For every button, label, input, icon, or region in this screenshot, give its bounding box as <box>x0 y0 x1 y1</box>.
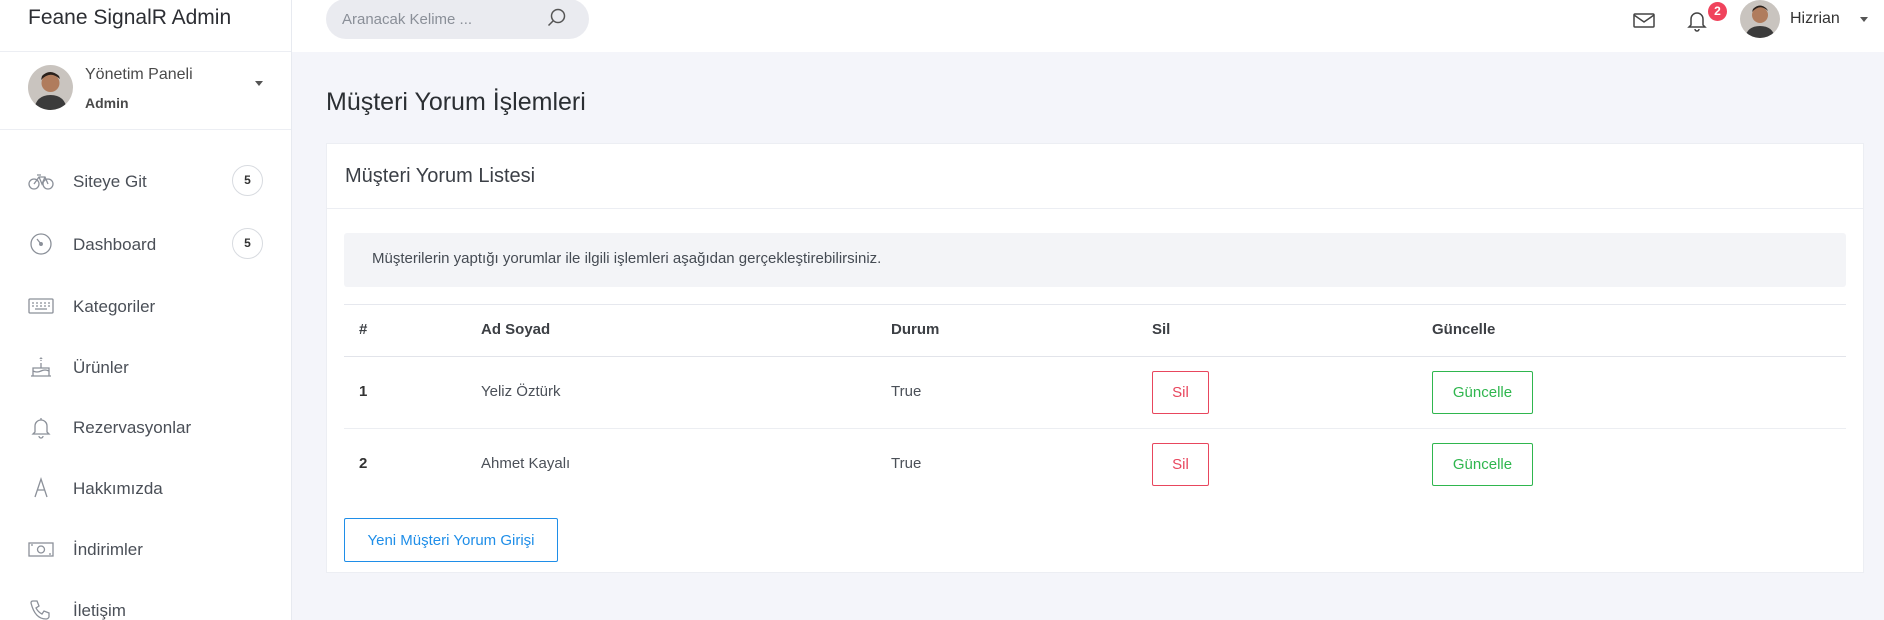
keyboard-icon <box>28 294 54 318</box>
user-name[interactable]: Hizrian <box>1790 10 1840 28</box>
row-number: 1 <box>359 383 368 400</box>
money-icon <box>28 537 54 561</box>
profile-name: Yönetim Paneli <box>85 66 193 83</box>
search-box <box>326 0 589 39</box>
sidebar-item-kategoriler[interactable]: Kategoriler <box>0 284 291 328</box>
info-alert: Müşterilerin yaptığı yorumlar ile ilgili… <box>344 233 1846 287</box>
sidebar-item-label: İndirimler <box>73 540 143 559</box>
sidebar-item-label: Dashboard <box>73 235 157 254</box>
update-button[interactable]: Güncelle <box>1432 443 1533 486</box>
bell-icon <box>28 415 54 439</box>
update-button[interactable]: Güncelle <box>1432 371 1533 414</box>
search-icon[interactable] <box>546 7 568 29</box>
brand-title[interactable]: Feane SignalR Admin <box>0 0 291 52</box>
topbar: 2 Hizrian <box>292 0 1884 52</box>
row-name: Ahmet Kayalı <box>481 455 571 472</box>
letter-a-icon <box>28 476 54 500</box>
sidebar-item-label: Siteye Git <box>73 172 147 191</box>
bicycle-icon <box>28 169 54 193</box>
sidebar-item-dashboard[interactable]: Dashboard 5 <box>0 222 291 266</box>
profile-avatar <box>28 65 73 110</box>
chevron-down-icon[interactable] <box>1860 17 1868 22</box>
cake-icon <box>28 355 54 379</box>
column-header-status: Durum <box>891 321 940 338</box>
table-row: 2 Ahmet Kayalı True Sil Güncelle <box>344 429 1846 501</box>
delete-button[interactable]: Sil <box>1152 443 1209 486</box>
sidebar-item-label: Rezervasyonlar <box>73 418 192 437</box>
row-name: Yeliz Öztürk <box>481 383 561 400</box>
sidebar-item-siteye-git[interactable]: Siteye Git 5 <box>0 159 291 203</box>
column-header-update: Güncelle <box>1432 321 1496 338</box>
sidebar-item-label: İletişim <box>73 601 126 620</box>
mail-icon[interactable] <box>1631 8 1657 32</box>
sidebar-item-hakkimizda[interactable]: Hakkımızda <box>0 466 291 510</box>
sidebar-item-label: Ürünler <box>73 358 129 377</box>
sidebar-item-badge: 5 <box>232 165 263 196</box>
row-status: True <box>891 455 922 472</box>
notification-bell-icon[interactable] <box>1684 8 1710 32</box>
chevron-down-icon[interactable] <box>255 81 263 86</box>
sidebar-item-badge: 5 <box>232 228 263 259</box>
sidebar-item-urunler[interactable]: Ürünler <box>0 345 291 389</box>
sidebar: Feane SignalR Admin Yönetim Paneli Admin… <box>0 0 292 620</box>
sidebar-item-rezervasyonlar[interactable]: Rezervasyonlar <box>0 405 291 449</box>
row-status: True <box>891 383 922 400</box>
new-comment-button[interactable]: Yeni Müşteri Yorum Girişi <box>344 518 558 562</box>
phone-icon <box>28 598 54 620</box>
notification-badge: 2 <box>1708 2 1727 21</box>
card-title: Müşteri Yorum Listesi <box>327 144 1863 209</box>
profile-role: Admin <box>85 95 129 111</box>
column-header-number: # <box>359 321 368 338</box>
search-input[interactable] <box>342 8 542 30</box>
delete-button[interactable]: Sil <box>1152 371 1209 414</box>
row-number: 2 <box>359 455 368 472</box>
page-title: Müşteri Yorum İşlemleri <box>326 88 586 116</box>
sidebar-item-label: Kategoriler <box>73 297 156 316</box>
speedometer-icon <box>28 232 54 256</box>
table-header: # Ad Soyad Durum Sil Güncelle <box>344 304 1846 357</box>
column-header-name: Ad Soyad <box>481 321 551 338</box>
sidebar-item-label: Hakkımızda <box>73 479 163 498</box>
comments-card: Müşteri Yorum Listesi Müşterilerin yaptı… <box>326 143 1864 573</box>
sidebar-item-indirimler[interactable]: İndirimler <box>0 527 291 571</box>
column-header-delete: Sil <box>1152 321 1171 338</box>
table-row: 1 Yeliz Öztürk True Sil Güncelle <box>344 357 1846 429</box>
sidebar-item-iletisim[interactable]: İletişim <box>0 588 291 620</box>
comments-table: # Ad Soyad Durum Sil Güncelle 1 Yeliz Öz… <box>344 304 1846 501</box>
profile-panel[interactable]: Yönetim Paneli Admin <box>0 52 291 130</box>
user-avatar[interactable] <box>1740 0 1780 38</box>
